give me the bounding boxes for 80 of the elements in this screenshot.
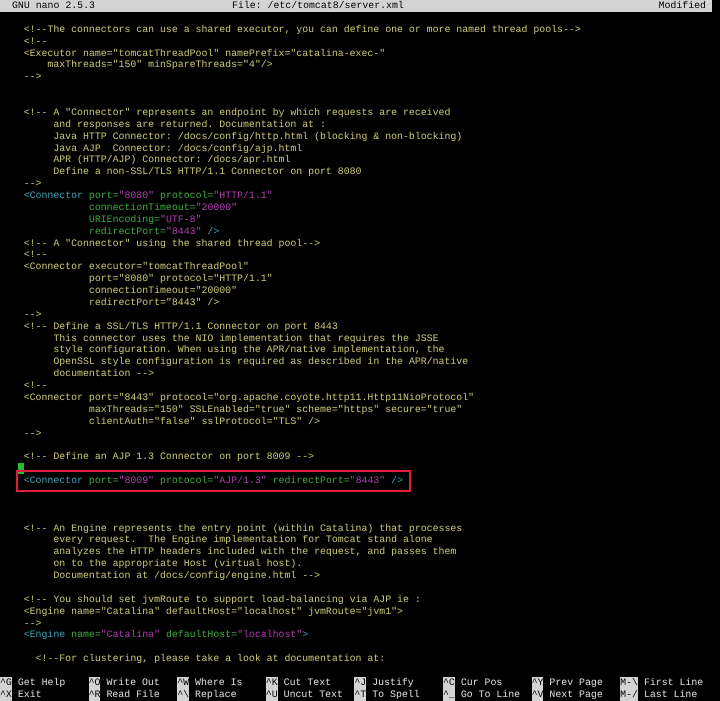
shortcut-key: ^R xyxy=(88,688,100,701)
shortcut-key: ^G xyxy=(0,676,12,689)
code-line: OpenSSL style configuration is required as described in the APR/native xyxy=(52,356,468,368)
shortcut-key: ^W xyxy=(177,676,190,689)
code-line: APR (HTTP/AJP) Connector: /docs/apr.html xyxy=(52,154,290,166)
code-line: and responses are returned. Documentation at : xyxy=(52,118,326,130)
code-line: Documentation at /docs/config/engine.html --> xyxy=(52,570,320,581)
code-line: Java AJP Connector: /docs/config/ajp.html xyxy=(52,142,302,154)
code-line: <!-- A "Connector" using the shared thread pool--> xyxy=(22,238,320,248)
shortcut-label: Prev Page xyxy=(549,676,603,689)
shortcut-key: ^C xyxy=(442,676,455,689)
shortcut-key: ^J xyxy=(354,676,366,689)
shortcut-key: M-\ xyxy=(620,676,638,689)
shortcut-label: Write Out xyxy=(106,676,160,689)
shortcut-label: Get Help xyxy=(18,676,66,689)
code-line: analyzes the HTTP headers included with the request, and passes them xyxy=(52,546,456,558)
code-line: URIEncoding="UTF-8" xyxy=(88,214,202,226)
code-line: redirectPort="8443" /> xyxy=(88,296,220,308)
shortcut-label: Where Is xyxy=(195,676,242,689)
code-line: maxThreads="150" SSLEnabled="true" scheme="https" secure="true" xyxy=(88,404,462,415)
shortcut-key: ^K xyxy=(266,676,278,689)
code-line: <Connector executor="tomcatThreadPool" xyxy=(22,261,249,272)
code-line: Java HTTP Connector: /docs/config/http.html (blocking & non-blocking) xyxy=(52,130,462,142)
shortcut-label: To Spell xyxy=(372,688,420,701)
shortcut-label: Next Page xyxy=(549,688,603,701)
shortcut-key: ^Y xyxy=(532,676,544,689)
code-line: <!-- xyxy=(22,36,48,47)
code-line: --> xyxy=(22,618,42,628)
code-line: <!-- You should set jvmRoute to support load-balancing via AJP ie : xyxy=(22,594,421,605)
code-line: redirectPort="8443" /> xyxy=(88,226,220,238)
shortcut-key: ^\ xyxy=(177,688,190,701)
shortcut-key: ^_ xyxy=(442,688,455,701)
shortcut-key: ^V xyxy=(532,688,544,701)
shortcut-key: ^T xyxy=(354,688,366,701)
shortcut-key: ^X xyxy=(0,688,12,701)
code-line: <Connector port="8443" protocol="org.apache.coyote.http11.Http11NioProtocol" xyxy=(22,392,474,403)
code-line: --> xyxy=(22,71,42,82)
code-line: --> xyxy=(22,178,42,190)
code-line: <Connector port="8080" protocol="HTTP/1.1" xyxy=(22,190,273,202)
file-name: File: /etc/tomcat8/server.xml xyxy=(232,0,404,12)
code-line: style configuration. When using the APR/native implementation, the xyxy=(52,344,444,356)
modified-status: Modified xyxy=(658,0,706,12)
code-line: --> xyxy=(22,308,42,320)
code-line: on to the appropriate Host (virtual host). xyxy=(52,558,302,570)
code-line: maxThreads="150" minSpareThreads="4"/> xyxy=(46,59,273,70)
shortcut-key: M-/ xyxy=(620,688,638,701)
code-line: <Executor name="tomcatThreadPool" namePrefix="catalina-exec-" xyxy=(22,48,386,58)
code-line: <Engine name="Catalina" defaultHost="localhost" jvmRoute="jvm1"> xyxy=(22,606,403,617)
shortcut-label: Cur Pos xyxy=(460,676,502,689)
code-line: <!-- Define a SSL/TLS HTTP/1.1 Connector on port 8443 xyxy=(22,320,338,332)
code-line: <Engine name="Catalina" defaultHost="localhost"> xyxy=(22,629,308,642)
shortcut-label: Justify xyxy=(372,676,414,689)
code-line: clientAuth="false" sslProtocol="TLS" /> xyxy=(88,416,320,427)
code-line: <!-- Define an AJP 1.3 Connector on port 8009 --> xyxy=(22,451,314,462)
code-line: <!--For clustering, please take a look at documentation at: xyxy=(34,653,386,664)
shortcut-key: ^U xyxy=(266,688,278,701)
code-line: connectionTimeout="20000" xyxy=(88,202,238,214)
code-line: <!-- A "Connector" represents an endpoint by which requests are received xyxy=(22,106,450,118)
code-line: <!-- An Engine represents the entry point (within Catalina) that processes xyxy=(22,522,462,534)
code-line: <!-- xyxy=(22,249,48,260)
shortcut-label: Last Line xyxy=(644,688,698,701)
code-line: Define a non-SSL/TLS HTTP/1.1 Connector on port 8080 xyxy=(52,166,362,178)
shortcut-label: Uncut Text xyxy=(284,688,343,701)
shortcut-label: Read File xyxy=(106,688,160,701)
code-line: connectionTimeout="20000" xyxy=(88,285,238,296)
shortcut-label: Cut Text xyxy=(284,676,332,689)
code-line: --> xyxy=(22,428,42,438)
code-line: <!--The connectors can use a shared executor, you can define one or more named thread pools--> xyxy=(22,24,581,35)
code-line: port="8080" protocol="HTTP/1.1" xyxy=(88,273,273,284)
code-line: This connector uses the NIO implementation that requires the JSSE xyxy=(52,332,439,344)
shortcut-label: First Line xyxy=(644,676,704,689)
app-version: GNU nano 2.5.3 xyxy=(12,0,95,12)
shortcut-label: Go To Line xyxy=(460,688,520,701)
shortcut-label: Replace xyxy=(195,688,237,701)
shortcut-key: ^O xyxy=(88,676,100,689)
code-line: documentation --> xyxy=(52,368,154,380)
shortcut-label: Exit xyxy=(18,688,42,701)
code-line: <Connector port="8009" protocol="AJP/1.3" redirectPort="8443" /> xyxy=(0,475,404,487)
code-line: every request. The Engine implementation for Tomcat stand alone xyxy=(52,534,433,546)
code-line: <!-- xyxy=(22,380,48,391)
